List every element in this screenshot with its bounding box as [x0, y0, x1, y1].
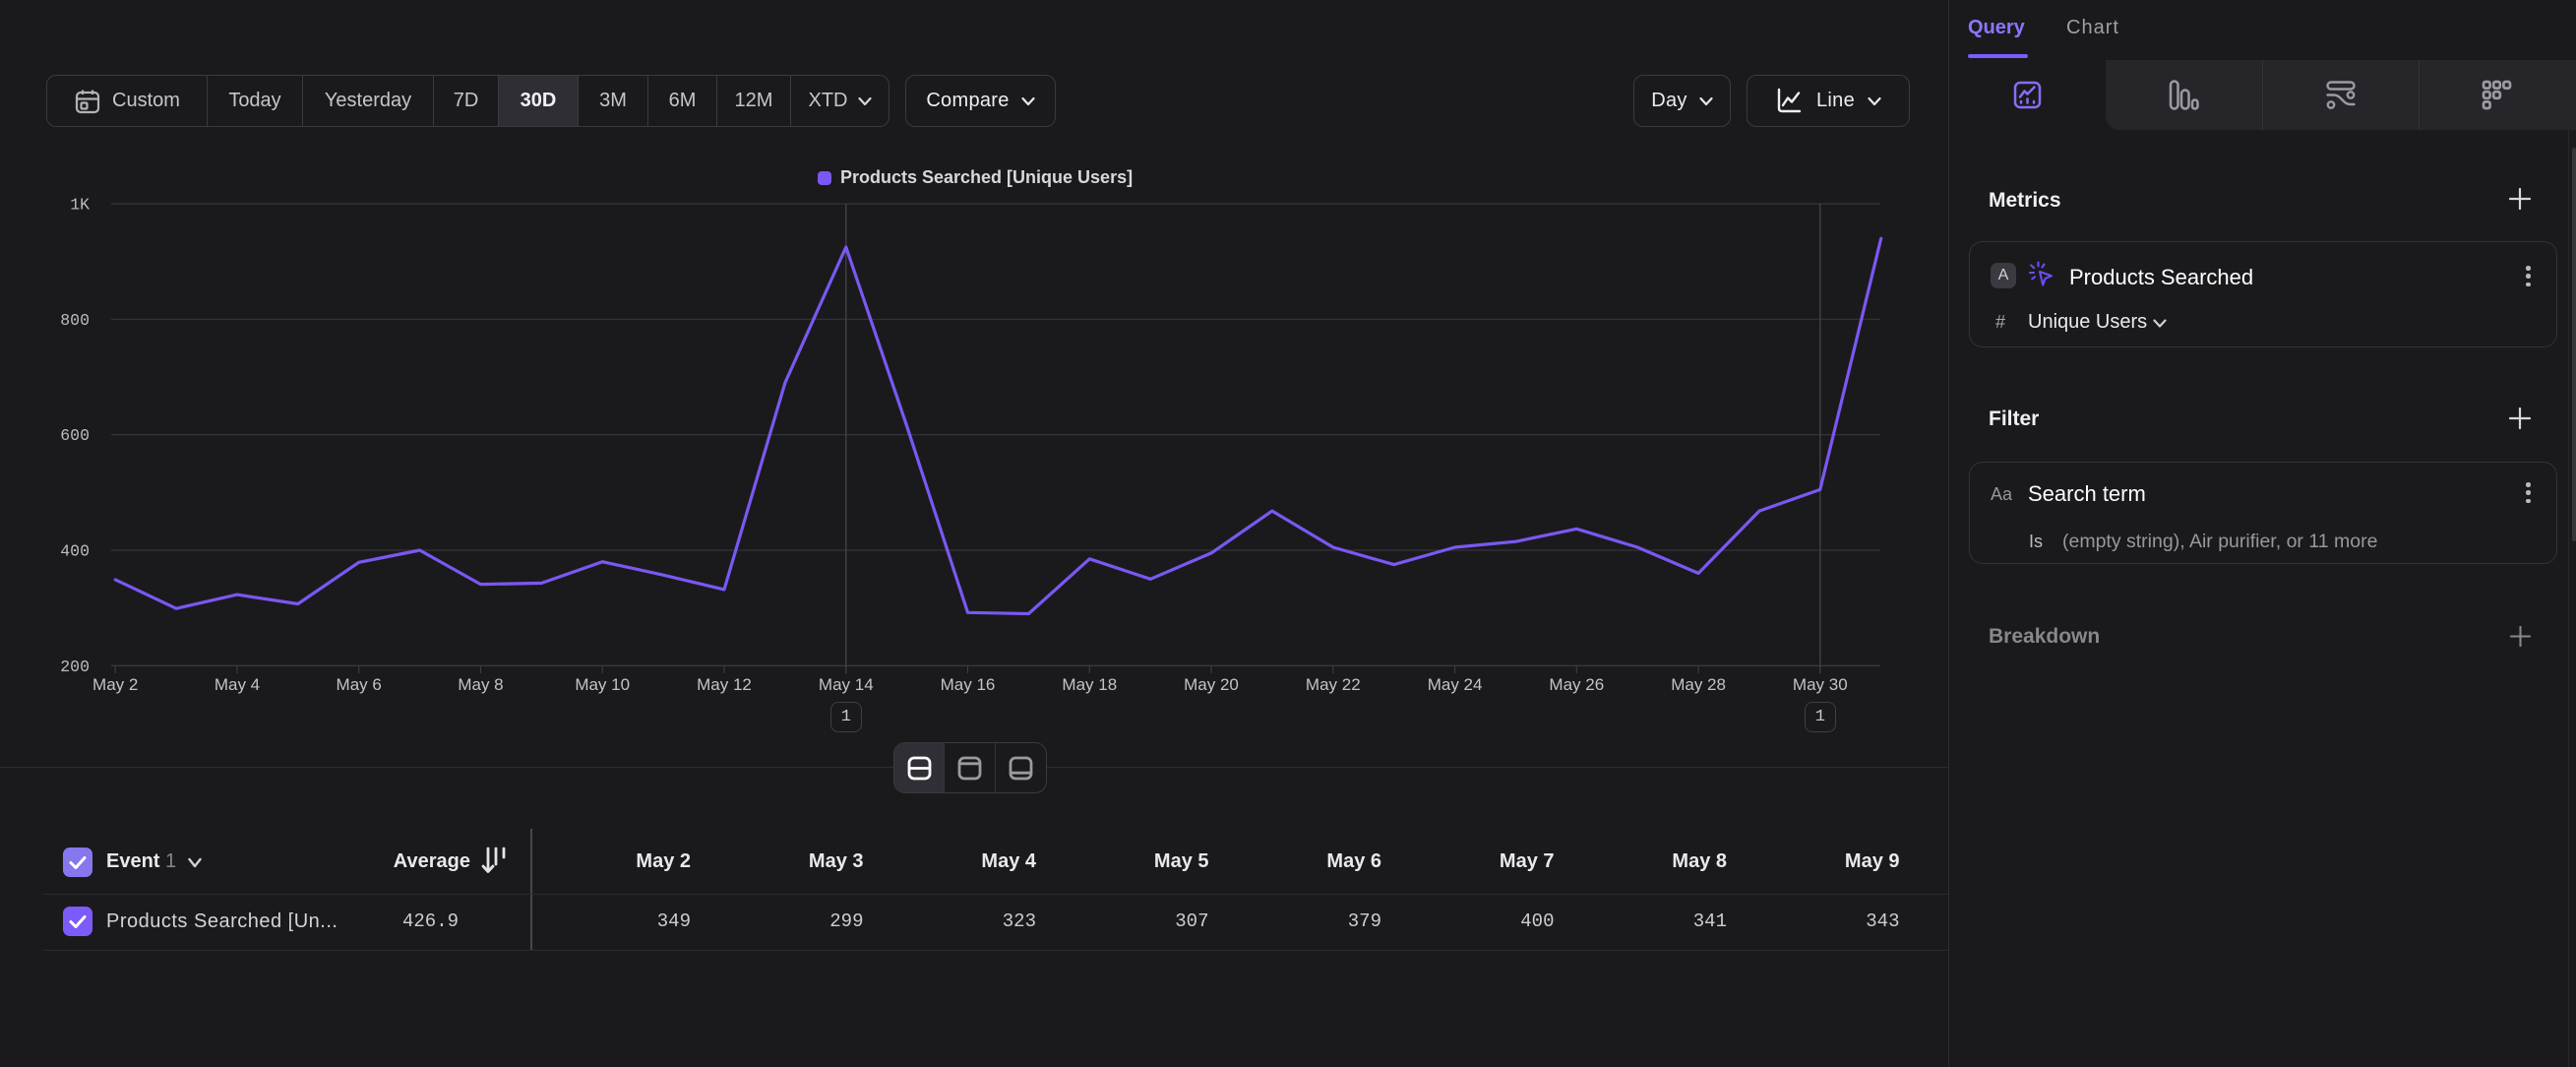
svg-text:May 18: May 18 [1062, 675, 1117, 694]
svg-text:May 30: May 30 [1793, 675, 1848, 694]
svg-text:800: 800 [60, 311, 90, 330]
svg-text:May 22: May 22 [1306, 675, 1361, 694]
svg-text:May 10: May 10 [575, 675, 630, 694]
svg-text:May 8: May 8 [458, 675, 503, 694]
svg-text:400: 400 [60, 542, 90, 561]
svg-text:May 26: May 26 [1549, 675, 1604, 694]
svg-text:May 16: May 16 [941, 675, 996, 694]
svg-text:600: 600 [60, 426, 90, 445]
svg-text:May 24: May 24 [1428, 675, 1483, 694]
svg-text:May 20: May 20 [1184, 675, 1239, 694]
svg-text:May 28: May 28 [1671, 675, 1726, 694]
svg-text:May 12: May 12 [697, 675, 752, 694]
svg-text:200: 200 [60, 658, 90, 676]
svg-text:May 14: May 14 [819, 675, 874, 694]
svg-text:May 2: May 2 [92, 675, 138, 694]
svg-text:May 6: May 6 [337, 675, 382, 694]
svg-text:1K: 1K [70, 196, 90, 215]
svg-text:May 4: May 4 [215, 675, 260, 694]
